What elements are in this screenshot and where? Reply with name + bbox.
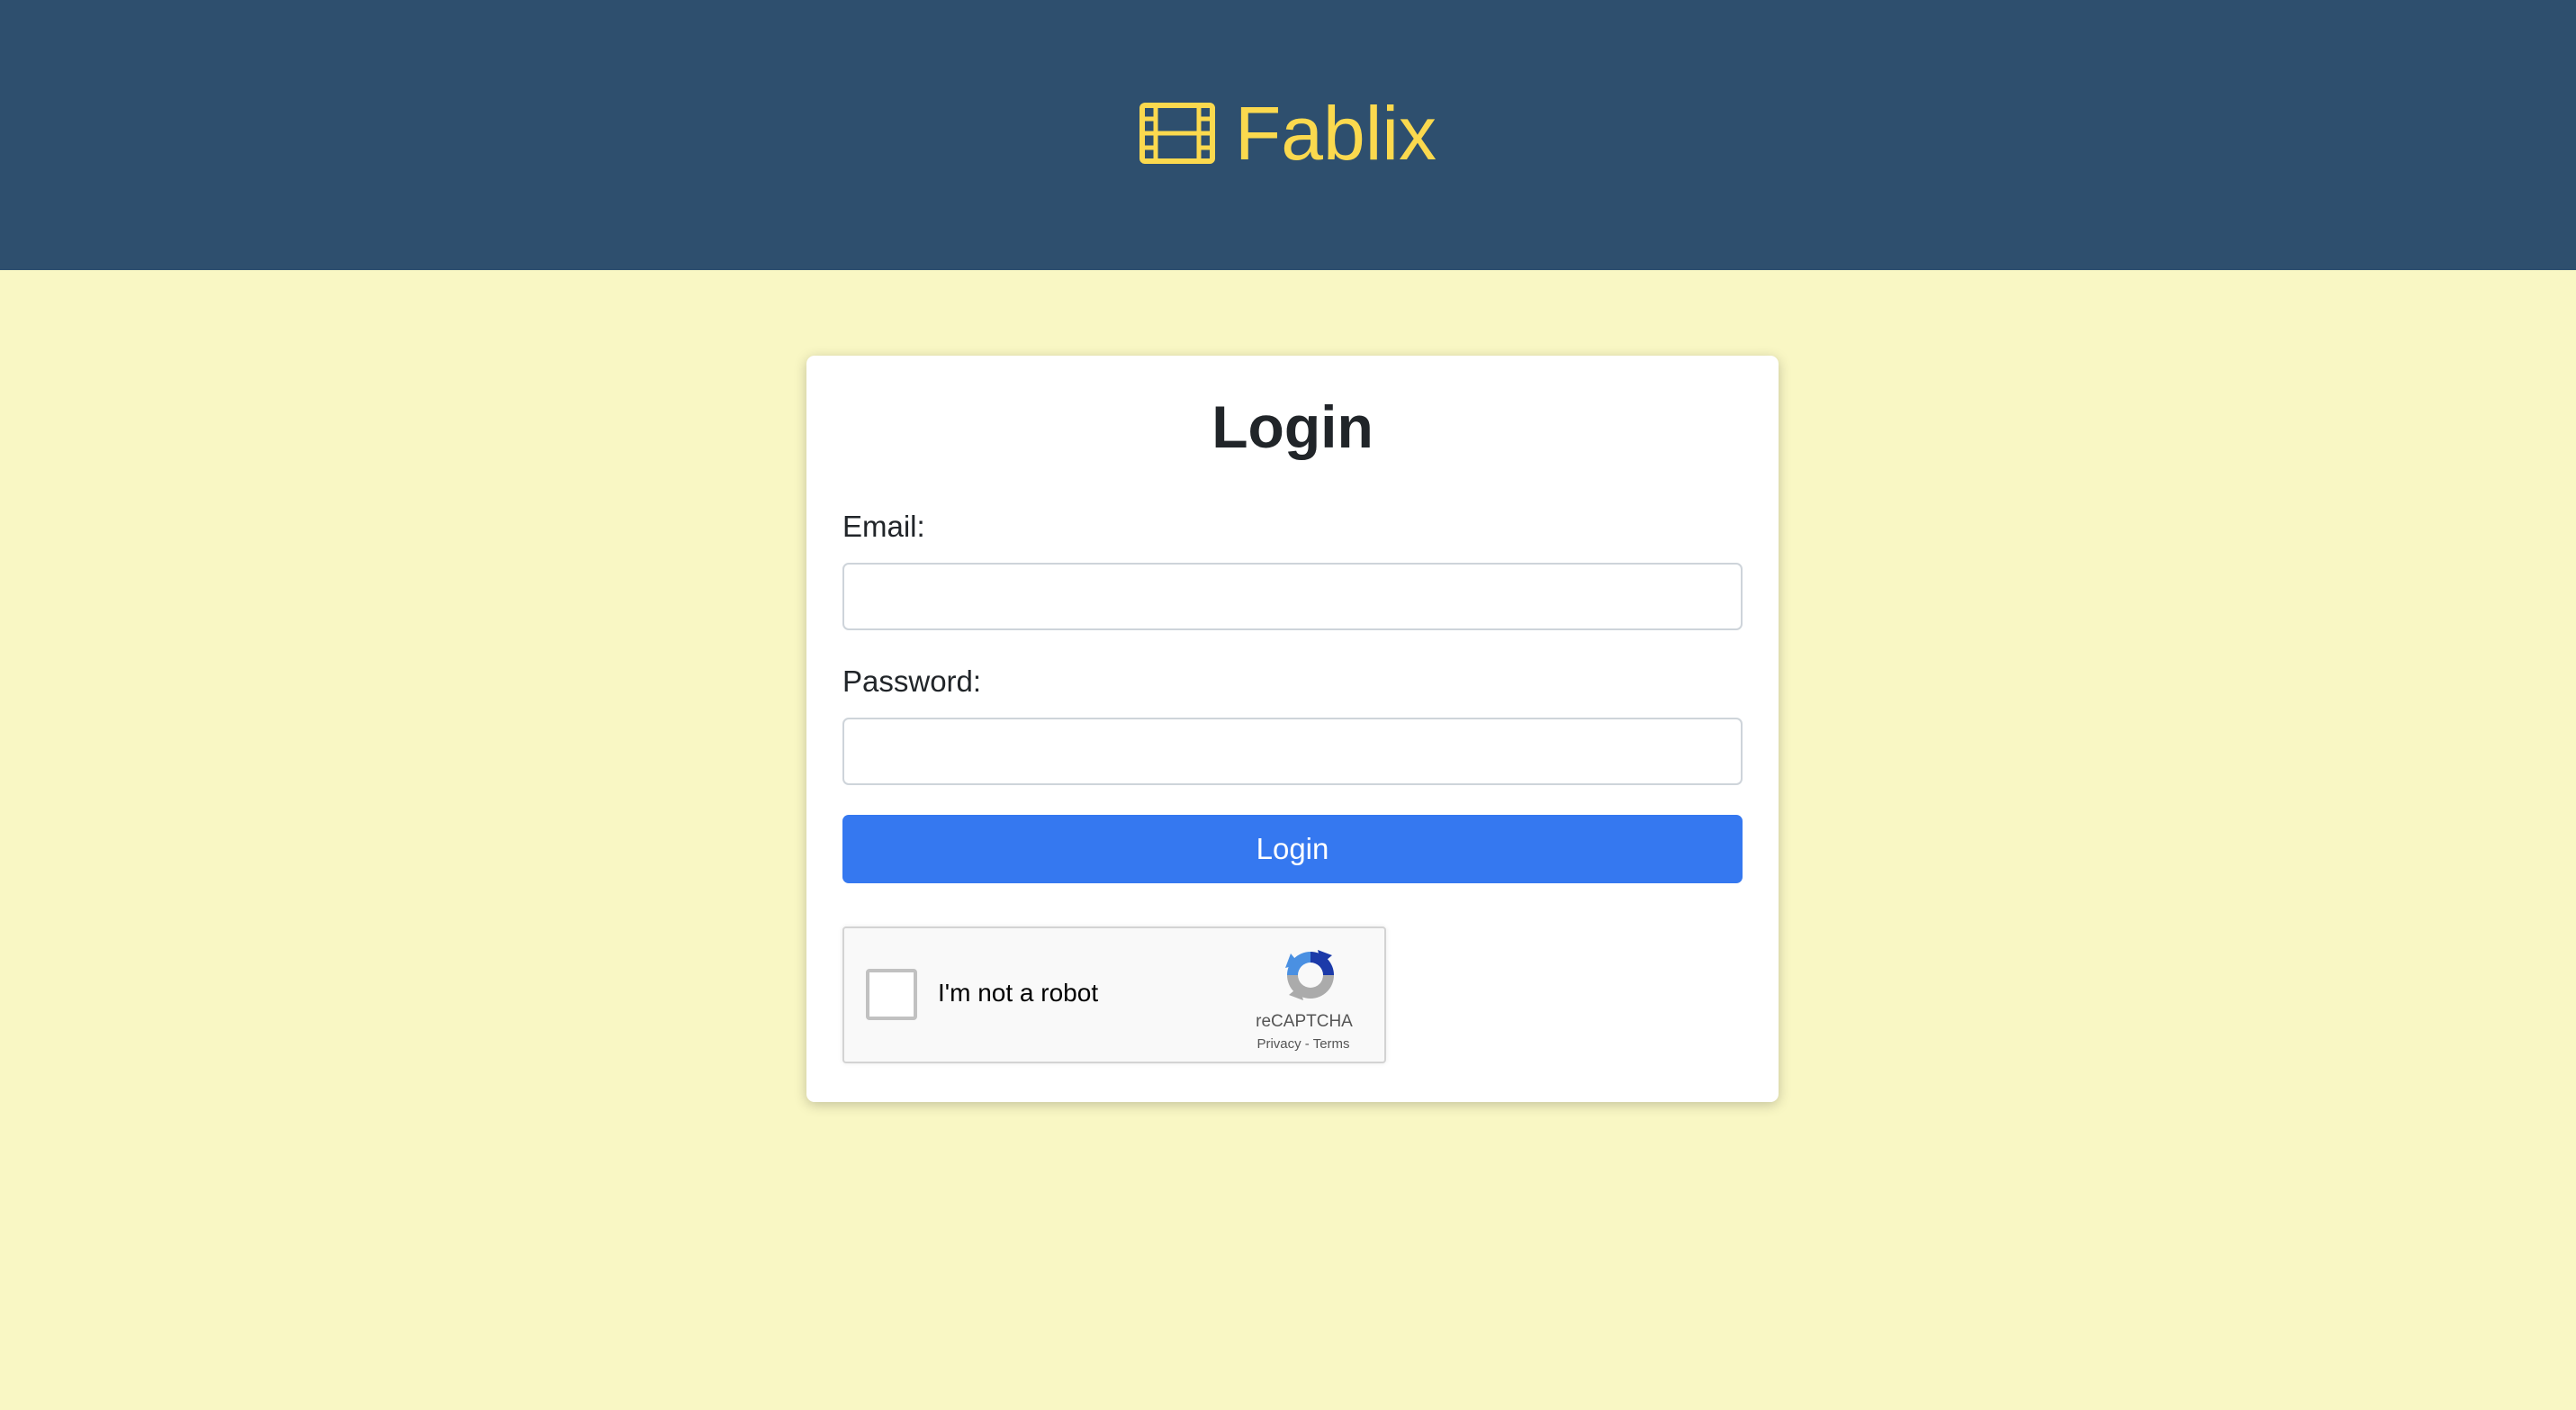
recaptcha-links: Privacy - Terms (1240, 1036, 1366, 1052)
login-card: Login Email: Password: Login I'm not a r… (806, 356, 1779, 1102)
login-button[interactable]: Login (842, 815, 1743, 883)
password-label: Password: (842, 664, 982, 698)
password-field[interactable] (842, 718, 1743, 785)
recaptcha-label: I'm not a robot (938, 979, 1099, 1007)
recaptcha-terms-link[interactable]: Terms (1313, 1036, 1350, 1052)
recaptcha-widget: I'm not a robot reCAPTCHA Privacy - Term… (842, 926, 1386, 1063)
recaptcha-link-separator: - (1304, 1036, 1310, 1052)
brand[interactable]: Fablix (1139, 95, 1437, 171)
recaptcha-privacy-link[interactable]: Privacy (1256, 1036, 1301, 1052)
page-title: Login (1211, 393, 1374, 460)
recaptcha-checkbox[interactable] (866, 969, 917, 1020)
recaptcha-brand: reCAPTCHA (1256, 1012, 1353, 1031)
site-header: Fablix (0, 0, 2576, 270)
email-field[interactable] (842, 563, 1743, 630)
email-label: Email: (842, 510, 925, 543)
recaptcha-logo-icon (1282, 946, 1339, 1004)
brand-title: Fablix (1234, 91, 1437, 176)
film-icon (1139, 103, 1215, 164)
